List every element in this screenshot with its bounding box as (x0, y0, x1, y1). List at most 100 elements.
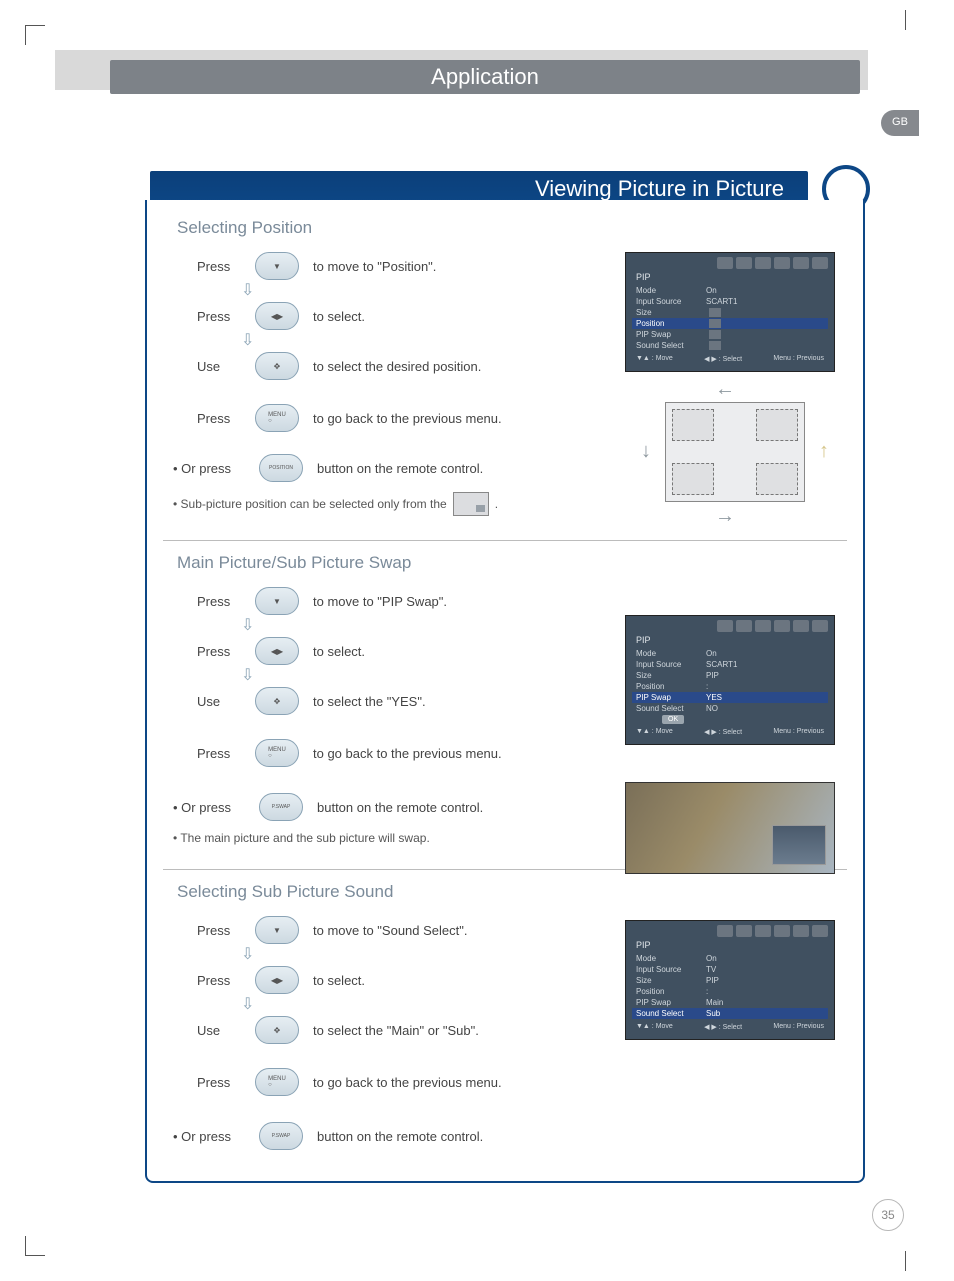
osd-key: Mode (636, 649, 706, 658)
step-verb: Press (197, 644, 255, 659)
remote-menu-button-icon: MENU○ (255, 404, 299, 432)
osd-key: Position (636, 682, 706, 691)
osd-key: Sound Select (636, 341, 706, 350)
osd-footer-hint: Menu : Previous (773, 1023, 824, 1031)
step-verb: Use (197, 359, 255, 374)
step-text: to select. (313, 973, 365, 988)
step-verb: Press (197, 309, 255, 324)
osd-footer-hint: ▼▲ : Move (636, 1023, 673, 1031)
osd-val: TV (706, 965, 716, 974)
osd-key: Input Source (636, 965, 706, 974)
step-verb: Press (197, 411, 255, 426)
osd-val: NO (706, 704, 718, 713)
or-press-label: • Or press (173, 1129, 259, 1144)
osd-val: SCART1 (706, 297, 737, 306)
osd-screenshot: PIP ModeOn Input SourceSCART1 SizePIP Po… (625, 615, 835, 745)
page-header: Application (110, 60, 860, 94)
osd-footer-hint: ▼▲ : Move (636, 355, 673, 363)
remote-menu-button-icon: MENU○ (255, 1068, 299, 1096)
osd-key: Mode (636, 954, 706, 963)
step-text: to move to "Sound Select". (313, 923, 467, 938)
osd-key: Size (636, 976, 706, 985)
osd-val: : (706, 682, 708, 691)
osd-val: Main (706, 998, 723, 1007)
step-text: to select. (313, 644, 365, 659)
osd-key: Input Source (636, 660, 706, 669)
section-heading: Selecting Position (177, 218, 843, 238)
remote-nav-down-icon: ▼ (255, 587, 299, 615)
step-verb: Press (197, 594, 255, 609)
osd-key: Sound Select (636, 1009, 706, 1018)
osd-ok-button: OK (662, 715, 684, 724)
step-text: to select the "YES". (313, 694, 426, 709)
language-badge: GB (881, 110, 919, 136)
remote-nav-leftright-icon: ◀▶ (255, 637, 299, 665)
osd-key: PIP Swap (636, 998, 706, 1007)
osd-val: On (706, 286, 717, 295)
remote-nav-down-icon: ▼ (255, 252, 299, 280)
step-verb: Press (197, 259, 255, 274)
section-heading: Main Picture/Sub Picture Swap (177, 553, 843, 573)
step-text: to go back to the previous menu. (313, 746, 502, 761)
step-text: to go back to the previous menu. (313, 411, 502, 426)
arrow-right-icon: → (715, 505, 735, 528)
osd-footer-hint: ◀ ▶ : Select (704, 1023, 742, 1031)
arrow-left-icon: ← (715, 378, 735, 401)
page-number: 35 (872, 1199, 904, 1231)
osd-val: Sub (706, 1009, 720, 1018)
osd-val: SCART1 (706, 660, 737, 669)
remote-nav-down-icon: ▼ (255, 916, 299, 944)
osd-title: PIP (632, 635, 828, 645)
osd-screenshot: PIP ModeOn Input SourceTV SizePIP Positi… (625, 920, 835, 1040)
note-text: • Sub-picture position can be selected o… (173, 497, 447, 511)
osd-key: PIP Swap (636, 330, 706, 339)
step-text: to select the "Main" or "Sub". (313, 1023, 479, 1038)
step-verb: Use (197, 1023, 255, 1038)
pip-swap-example-image (625, 782, 835, 874)
osd-val: : (706, 987, 708, 996)
step-text: to select. (313, 309, 365, 324)
osd-footer-hint: Menu : Previous (773, 728, 824, 736)
step-verb: Press (197, 973, 255, 988)
osd-footer-hint: Menu : Previous (773, 355, 824, 363)
osd-key: Mode (636, 286, 706, 295)
note-text: • The main picture and the sub picture w… (173, 831, 430, 845)
step-text: button on the remote control. (317, 800, 483, 815)
arrow-down-icon: ↓ (641, 440, 651, 463)
osd-footer-hint: ◀ ▶ : Select (704, 355, 742, 363)
osd-key: Position (636, 319, 706, 328)
remote-pswap-button-icon: P.SWAP (259, 1122, 303, 1150)
step-verb: Use (197, 694, 255, 709)
step-text: to move to "Position". (313, 259, 436, 274)
osd-val: PIP (706, 976, 719, 985)
remote-nav-quad-icon: ✥ (255, 1016, 299, 1044)
remote-nav-quad-icon: ✥ (255, 687, 299, 715)
osd-key: Size (636, 671, 706, 680)
step-verb: Press (197, 923, 255, 938)
osd-val: On (706, 649, 717, 658)
osd-screenshot: PIP ModeOn Input SourceSCART1 Size Posit… (625, 252, 835, 372)
osd-key: Size (636, 308, 706, 317)
osd-key: Input Source (636, 297, 706, 306)
pip-position-diagram: ← ↓ ↑ → (635, 382, 835, 522)
remote-nav-leftright-icon: ◀▶ (255, 966, 299, 994)
step-verb: Press (197, 1075, 255, 1090)
osd-val: PIP (706, 671, 719, 680)
content-container: Selecting Position PIP ModeOn Input Sour… (145, 200, 865, 1183)
remote-nav-quad-icon: ✥ (255, 352, 299, 380)
note-text: . (495, 497, 498, 511)
remote-pswap-button-icon: P.SWAP (259, 793, 303, 821)
step-text: to select the desired position. (313, 359, 481, 374)
osd-title: PIP (632, 940, 828, 950)
osd-key: Sound Select (636, 704, 706, 713)
step-text: button on the remote control. (317, 1129, 483, 1144)
osd-key: PIP Swap (636, 693, 706, 702)
osd-title: PIP (632, 272, 828, 282)
remote-position-button-icon: POSITION (259, 454, 303, 482)
osd-footer-hint: ▼▲ : Move (636, 728, 673, 736)
step-text: to move to "PIP Swap". (313, 594, 447, 609)
section-divider (163, 540, 847, 541)
osd-val: On (706, 954, 717, 963)
step-text: to go back to the previous menu. (313, 1075, 502, 1090)
osd-val: YES (706, 693, 722, 702)
